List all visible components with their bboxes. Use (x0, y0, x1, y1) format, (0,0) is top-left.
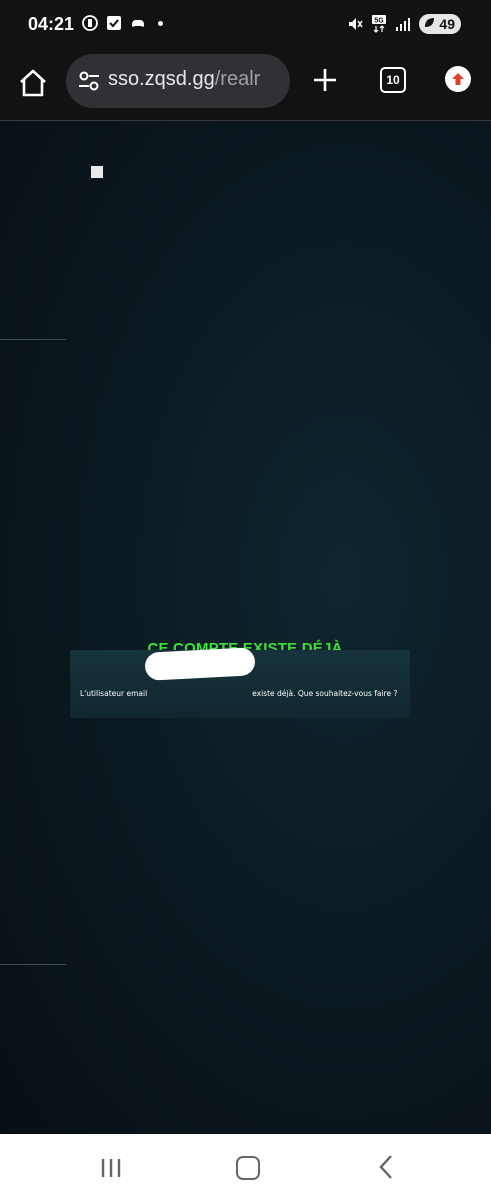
message-suffix: existe déjà. Que souhaitez-vous faire ? (252, 689, 398, 698)
divider-line (0, 339, 66, 340)
battery-level: 49 (439, 16, 455, 32)
status-time: 04:21 (28, 14, 75, 34)
address-bar[interactable]: sso.zqsd.gg/realr (66, 54, 290, 108)
broken-image-placeholder (91, 166, 103, 178)
message-prefix: L'utilisateur email (80, 689, 148, 698)
app-notification-icon (82, 15, 98, 31)
network-5g-icon: 5G (372, 15, 387, 33)
page-content: CE COMPTE EXISTE DÉJÀ L'utilisateur emai… (0, 121, 491, 1134)
account-exists-message: L'utilisateur email existe déjà. Que souh… (80, 689, 410, 698)
url-text[interactable]: sso.zqsd.gg/realr (108, 68, 260, 91)
home-icon[interactable] (16, 66, 50, 100)
url-path: /realr (214, 68, 261, 90)
status-bar: 04:21 5G 49 (0, 0, 491, 52)
home-nav-icon[interactable] (236, 1156, 260, 1180)
browser-toolbar: sso.zqsd.gg/realr 10 (0, 52, 491, 121)
mute-icon (349, 18, 364, 30)
status-notification-icons (82, 15, 163, 31)
signal-icon (396, 18, 411, 31)
recent-apps-icon[interactable] (100, 1158, 122, 1178)
new-tab-plus-icon[interactable] (310, 65, 340, 95)
url-host: sso.zqsd.gg (108, 68, 215, 90)
tab-count: 10 (386, 73, 400, 87)
status-system-icons: 5G 49 (347, 14, 461, 34)
game-controller-icon (132, 20, 144, 27)
system-nav-bar (0, 1134, 491, 1200)
tab-switcher-icon[interactable]: 10 (380, 67, 406, 93)
update-icon[interactable] (445, 66, 471, 92)
back-icon[interactable] (376, 1154, 396, 1180)
battery-indicator: 49 (419, 14, 461, 34)
more-notifications-dot (158, 20, 163, 26)
svg-text:5G: 5G (375, 18, 385, 25)
redaction-mark (144, 647, 256, 681)
battery-saver-icon (425, 18, 435, 27)
divider-line (0, 964, 66, 965)
checkbox-notification-icon (107, 16, 121, 30)
site-settings-icon[interactable] (78, 71, 100, 91)
